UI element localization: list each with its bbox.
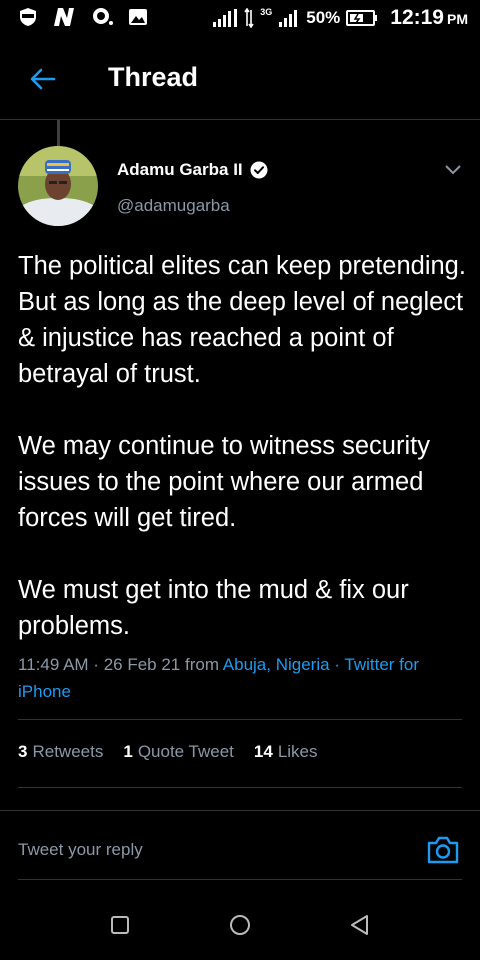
battery-icon xyxy=(346,10,378,26)
system-nav-bar xyxy=(0,890,480,960)
quotes-stat[interactable]: 1 Quote Tweet xyxy=(123,742,234,762)
reply-bar-top-border xyxy=(0,810,480,811)
n-app-icon xyxy=(54,8,74,26)
status-bar-system: 3G 50% 12:19 PM xyxy=(212,6,468,30)
divider xyxy=(18,879,462,880)
page-title: Thread xyxy=(108,62,199,92)
tweet-location-link[interactable]: Abuja, Nigeria xyxy=(223,655,330,674)
tweet-paragraph: We may continue to witness security issu… xyxy=(18,432,430,532)
camera-icon[interactable] xyxy=(426,833,460,867)
quotes-count: 1 xyxy=(123,742,133,761)
retweets-label: Retweets xyxy=(32,742,104,761)
tweet-text: The political elites can keep pretending… xyxy=(18,248,468,644)
thread-header: Thread xyxy=(0,38,480,120)
reply-input[interactable]: Tweet your reply xyxy=(18,840,143,860)
tweet-stats: 3 Retweets 1 Quote Tweet 14 Likes xyxy=(18,742,318,762)
likes-stat[interactable]: 14 Likes xyxy=(254,742,318,762)
chevron-down-icon[interactable] xyxy=(444,160,462,178)
circle-nav-icon[interactable] xyxy=(228,913,252,937)
author-name[interactable]: Adamu Garba II xyxy=(117,160,243,180)
shield-icon xyxy=(20,8,36,26)
clock: 12:19 xyxy=(390,6,444,29)
meta-separator: · xyxy=(329,655,345,674)
tweet-paragraph: We must get into the mud & fix our probl… xyxy=(18,576,409,640)
author-handle[interactable]: @adamugarba xyxy=(117,196,230,216)
data-transfer-icon xyxy=(244,8,254,28)
clock-ampm: PM xyxy=(447,11,468,27)
square-nav-icon[interactable] xyxy=(108,913,132,937)
signal-icon-2 xyxy=(279,10,298,27)
signal-icon xyxy=(213,9,238,27)
verified-badge-icon xyxy=(250,161,268,179)
avatar[interactable] xyxy=(18,146,98,226)
author-name-row: Adamu Garba II xyxy=(117,160,268,180)
thread-connector-line xyxy=(57,120,60,146)
retweets-stat[interactable]: 3 Retweets xyxy=(18,742,103,762)
tweet-date: 26 Feb 21 xyxy=(103,655,181,674)
back-arrow-icon[interactable] xyxy=(28,64,58,94)
chat-app-icon xyxy=(93,8,113,25)
tweet-time: 11:49 AM xyxy=(18,655,89,674)
tweet-paragraph: The political elites can keep pretending… xyxy=(18,252,466,388)
likes-label: Likes xyxy=(277,742,318,761)
divider xyxy=(18,719,462,720)
divider xyxy=(18,787,462,788)
meta-separator: · xyxy=(88,655,104,674)
tweet-meta: 11:49 AM · 26 Feb 21 from Abuja, Nigeria… xyxy=(18,651,463,705)
status-bar-notifications xyxy=(18,7,148,27)
network-type: 3G xyxy=(260,7,273,17)
quotes-label: Quote Tweet xyxy=(137,742,234,761)
triangle-back-nav-icon[interactable] xyxy=(348,913,372,937)
status-bar: 3G 50% 12:19 PM xyxy=(0,0,480,38)
battery-percent: 50% xyxy=(306,8,341,27)
from-label: from xyxy=(184,655,219,674)
retweets-count: 3 xyxy=(18,742,28,761)
likes-count: 14 xyxy=(253,742,273,761)
image-icon xyxy=(129,9,147,25)
